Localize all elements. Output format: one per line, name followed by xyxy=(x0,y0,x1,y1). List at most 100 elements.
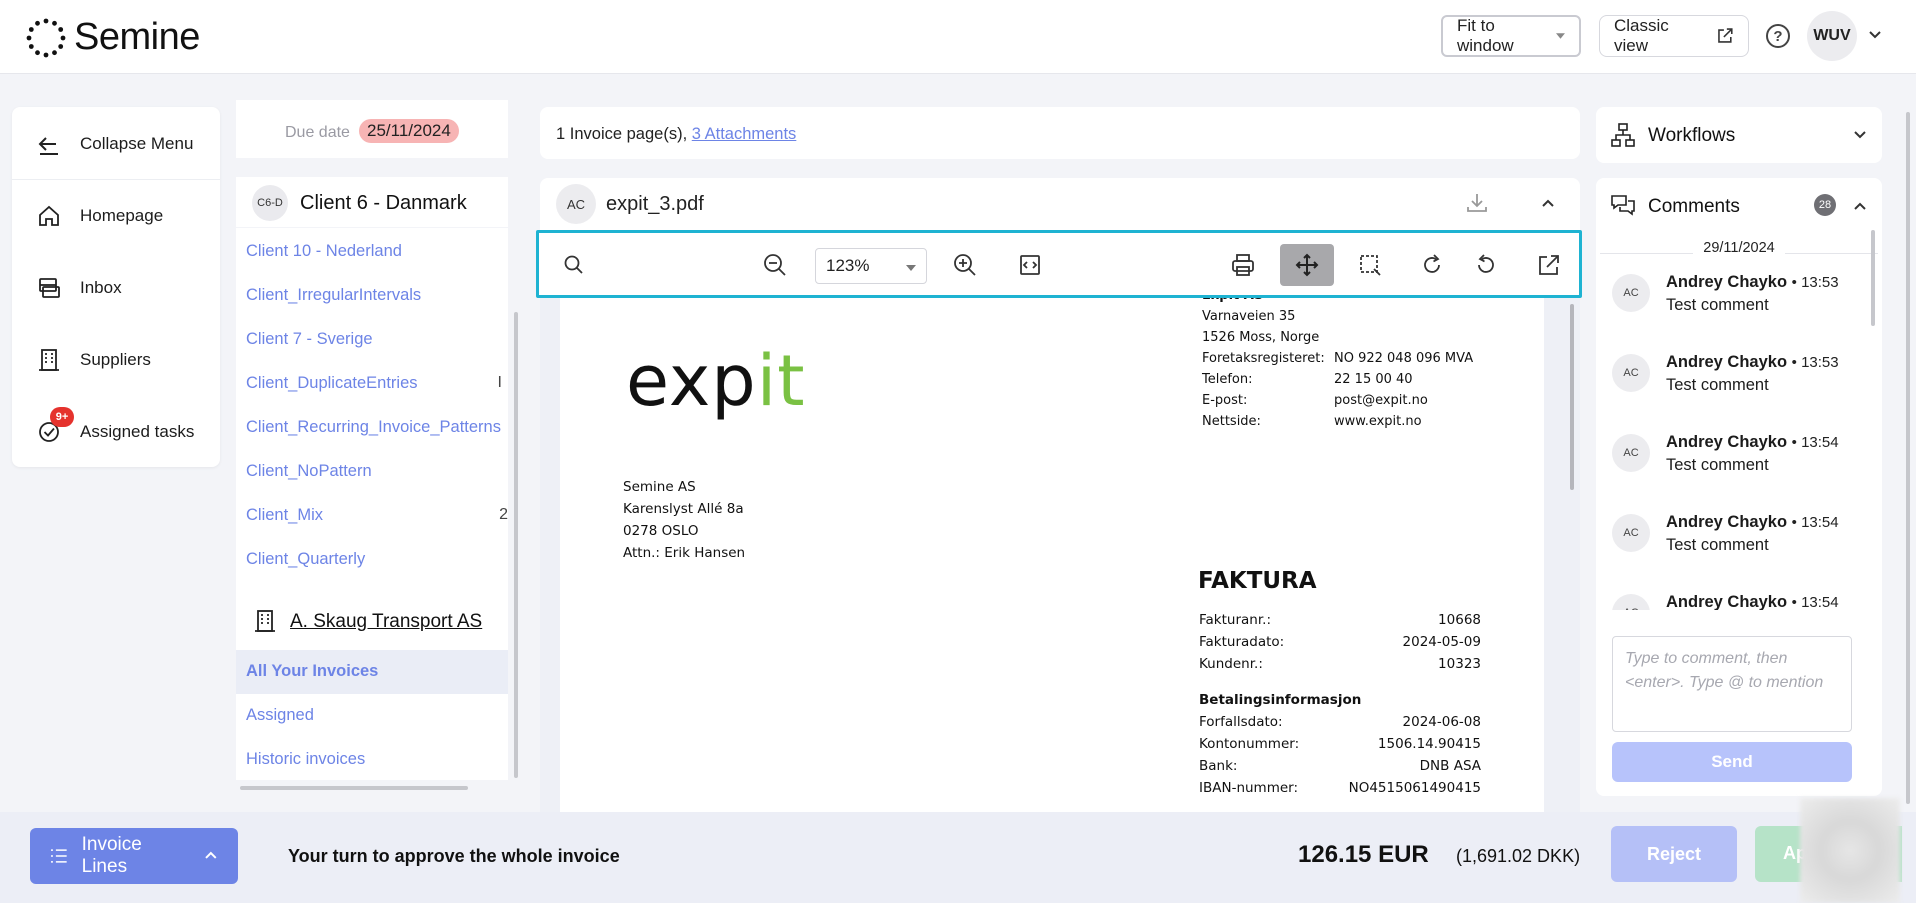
download-icon[interactable] xyxy=(1465,191,1489,215)
due-date-badge: 25/11/2024 xyxy=(359,119,459,143)
client-avatar: C6-D xyxy=(252,185,288,221)
comment-time: 13:54 xyxy=(1801,594,1839,610)
document-viewport[interactable]: expit Expit AS Varnaveien 35 1526 Moss, … xyxy=(540,298,1580,812)
move-icon[interactable] xyxy=(1294,252,1320,278)
page-scrollbar[interactable] xyxy=(1906,112,1910,804)
client-link[interactable]: Client_IrregularIntervals xyxy=(246,286,421,305)
client-name: Client 6 - Danmark xyxy=(300,192,467,214)
workflows-panel[interactable]: Workflows xyxy=(1596,107,1882,163)
collapse-menu-button[interactable]: Collapse Menu xyxy=(36,131,193,157)
detail-row: Kundenr.: 10323 xyxy=(1199,653,1481,675)
classic-view-button[interactable]: Classic view xyxy=(1599,15,1749,57)
client-link[interactable]: Client_DuplicateEntries xyxy=(246,374,418,393)
caret-down-icon xyxy=(1556,33,1565,39)
client-scrollbar[interactable] xyxy=(514,312,518,778)
zoom-value: 123% xyxy=(826,256,870,275)
client-horizontal-scrollbar[interactable] xyxy=(240,786,468,790)
fit-to-window-select[interactable]: Fit to window xyxy=(1441,15,1581,57)
comment-time: 13:53 xyxy=(1801,274,1839,291)
chevron-down-icon[interactable] xyxy=(1866,26,1884,44)
chevron-up-icon xyxy=(205,851,217,859)
comment-author-line: Andrey Chayko • 13:54 xyxy=(1666,433,1839,451)
chevron-up-icon[interactable] xyxy=(1852,198,1868,214)
sender-city: 1526 Moss, Norge xyxy=(1202,330,1320,345)
comments-list: AC Andrey Chayko • 13:53 Test comment AC… xyxy=(1596,268,1882,610)
tasks-icon-wrap: 9+ xyxy=(36,407,74,445)
user-avatar[interactable]: WUV xyxy=(1807,11,1857,61)
current-client-header[interactable]: C6-D Client 6 - Danmark xyxy=(236,177,508,227)
zoom-in-icon[interactable] xyxy=(952,252,978,278)
sidebar-item-homepage[interactable]: Homepage xyxy=(36,203,163,229)
chevron-up-icon[interactable] xyxy=(1538,193,1558,213)
pdf-toolbar: 123% xyxy=(536,230,1582,298)
historic-invoices-link[interactable]: Historic invoices xyxy=(246,750,365,769)
document-scrollbar[interactable] xyxy=(1570,304,1574,490)
menu-divider xyxy=(12,179,220,180)
recipient-line: 0278 OSLO xyxy=(623,523,699,539)
sender-row: E-post: post@expit.no xyxy=(1202,390,1484,411)
client-link[interactable]: Client_Recurring_Invoice_Patterns xyxy=(246,418,501,437)
supplier-card: A. Skaug Transport AS All Your Invoices … xyxy=(236,596,508,780)
all-invoices-link[interactable]: All Your Invoices xyxy=(246,662,378,681)
client-link[interactable]: Client 10 - Nederland xyxy=(246,242,402,261)
comment-text: Test comment xyxy=(1666,536,1769,554)
send-button[interactable]: Send xyxy=(1612,742,1852,782)
comment-input[interactable]: Type to comment, then <enter>. Type @ to… xyxy=(1612,636,1852,732)
sender-key: Nettside: xyxy=(1202,414,1261,429)
collapse-label: Collapse Menu xyxy=(80,134,194,153)
app-logo[interactable]: Semine xyxy=(26,16,200,59)
tasks-badge: 9+ xyxy=(50,407,74,427)
invoice-title: FAKTURA xyxy=(1198,568,1317,594)
fit-width-icon[interactable] xyxy=(1017,252,1043,278)
print-icon[interactable] xyxy=(1230,252,1256,278)
sidebar-item-inbox[interactable]: Inbox xyxy=(36,275,122,301)
rotate-clockwise-icon[interactable] xyxy=(1419,252,1445,278)
comment-item: AC Andrey Chayko • 13:53 Test comment xyxy=(1612,348,1862,408)
payment-key: IBAN-nummer: xyxy=(1199,780,1299,796)
sender-block: Expit AS Varnaveien 35 1526 Moss, Norge … xyxy=(1202,298,1484,432)
fit-label: Fit to window xyxy=(1457,16,1514,55)
semine-logo-icon xyxy=(26,18,66,57)
comments-panel: Comments 28 29/11/2024 AC Andrey Chayko … xyxy=(1596,178,1882,796)
payment-value: 2024-06-08 xyxy=(1402,714,1481,730)
help-icon[interactable]: ? xyxy=(1766,24,1790,48)
comment-text: Test comment xyxy=(1666,456,1769,474)
reject-button[interactable]: Reject xyxy=(1611,826,1737,882)
search-icon[interactable] xyxy=(561,252,587,278)
client-link[interactable]: Client_Quarterly xyxy=(246,550,365,569)
detail-value: 2024-05-09 xyxy=(1402,634,1481,650)
building-icon xyxy=(39,349,59,371)
uploader-avatar: AC xyxy=(556,184,596,224)
attachments-link[interactable]: 3 Attachments xyxy=(692,125,797,143)
payment-value: NO4515061490415 xyxy=(1348,780,1481,796)
invoice-lines-button[interactable]: Invoice Lines xyxy=(30,828,238,884)
sidebar-item-suppliers[interactable]: Suppliers xyxy=(36,347,151,373)
zoom-out-icon[interactable] xyxy=(762,252,788,278)
comments-scrollbar[interactable] xyxy=(1871,230,1875,326)
open-external-icon[interactable] xyxy=(1536,252,1562,278)
comment-avatar: AC xyxy=(1612,354,1650,392)
detail-key: Fakturanr.: xyxy=(1199,612,1271,628)
payment-key: Forfallsdato: xyxy=(1199,714,1283,730)
workflows-title: Workflows xyxy=(1648,125,1736,146)
client-link[interactable]: Client_Mix xyxy=(246,506,323,525)
blurred-overlay xyxy=(1800,798,1900,903)
comment-time: 13:54 xyxy=(1801,514,1839,531)
rotate-counterclockwise-icon[interactable] xyxy=(1473,252,1499,278)
app-name: Semine xyxy=(74,16,200,58)
recipient-line: Attn.: Erik Hansen xyxy=(623,545,746,561)
inbox-label: Inbox xyxy=(80,278,122,297)
zoom-select[interactable]: 123% xyxy=(815,248,927,284)
sidebar-item-assigned-tasks[interactable]: 9+ Assigned tasks xyxy=(36,407,194,445)
comment-time: 13:53 xyxy=(1801,354,1839,371)
home-icon xyxy=(39,205,59,226)
assigned-link[interactable]: Assigned xyxy=(246,706,314,725)
payment-row: IBAN-nummer: NO4515061490415 xyxy=(1199,777,1481,799)
client-link[interactable]: Client_NoPattern xyxy=(246,462,372,481)
recipient-line: Semine AS xyxy=(623,479,696,495)
sender-key: Foretaksregisteret: xyxy=(1202,351,1325,366)
select-area-icon[interactable] xyxy=(1357,252,1383,278)
supplier-name-link[interactable]: A. Skaug Transport AS xyxy=(290,611,482,633)
client-link[interactable]: Client 7 - Sverige xyxy=(246,330,373,349)
pages-count: 1 Invoice page(s), xyxy=(556,125,692,143)
